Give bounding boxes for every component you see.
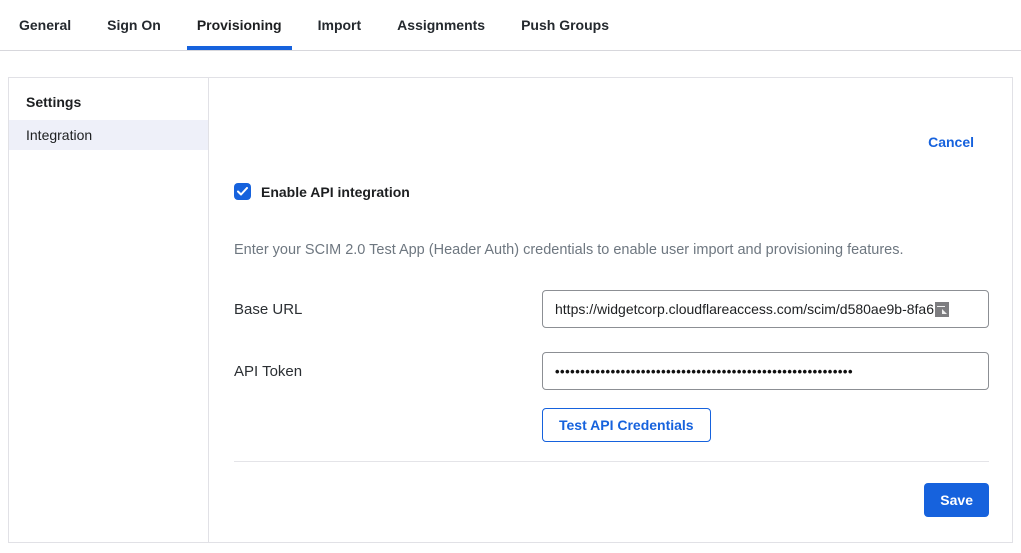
enable-api-integration-label: Enable API integration <box>261 184 410 200</box>
api-token-input[interactable]: ••••••••••••••••••••••••••••••••••••••••… <box>542 352 989 390</box>
enable-api-integration-checkbox[interactable] <box>234 183 251 200</box>
tab-sign-on[interactable]: Sign On <box>97 0 171 50</box>
api-token-row: API Token ••••••••••••••••••••••••••••••… <box>234 352 989 390</box>
base-url-row: Base URL https://widgetcorp.cloudflareac… <box>234 290 989 328</box>
footer-divider <box>234 461 989 462</box>
base-url-label: Base URL <box>234 301 542 318</box>
enable-api-integration-row: Enable API integration <box>234 183 989 200</box>
tab-provisioning[interactable]: Provisioning <box>187 0 292 50</box>
text-selection-overflow-icon <box>935 302 949 317</box>
cancel-row: Cancel <box>234 132 989 153</box>
tab-import[interactable]: Import <box>308 0 372 50</box>
app-tab-bar: General Sign On Provisioning Import Assi… <box>0 0 1021 51</box>
credentials-description: Enter your SCIM 2.0 Test App (Header Aut… <box>234 240 989 260</box>
save-row: Save <box>234 483 989 517</box>
settings-sidebar: Settings Integration <box>9 78 209 542</box>
api-token-masked-value: ••••••••••••••••••••••••••••••••••••••••… <box>555 364 853 379</box>
tab-general[interactable]: General <box>9 0 81 50</box>
save-button[interactable]: Save <box>924 483 989 517</box>
api-token-label: API Token <box>234 363 542 380</box>
provisioning-panel: Settings Integration Cancel Enable API i… <box>8 77 1013 543</box>
integration-settings-content: Cancel Enable API integration Enter your… <box>209 78 1012 542</box>
test-api-credentials-button[interactable]: Test API Credentials <box>542 408 711 442</box>
sidebar-item-integration[interactable]: Integration <box>9 120 208 150</box>
checkmark-icon <box>237 187 248 196</box>
tab-push-groups[interactable]: Push Groups <box>511 0 619 50</box>
base-url-input[interactable]: https://widgetcorp.cloudflareaccess.com/… <box>542 290 989 328</box>
tab-assignments[interactable]: Assignments <box>387 0 495 50</box>
base-url-value: https://widgetcorp.cloudflareaccess.com/… <box>555 301 934 317</box>
test-credentials-row: Test API Credentials <box>234 408 989 442</box>
sidebar-header-settings: Settings <box>9 78 208 120</box>
cancel-link[interactable]: Cancel <box>928 134 974 150</box>
